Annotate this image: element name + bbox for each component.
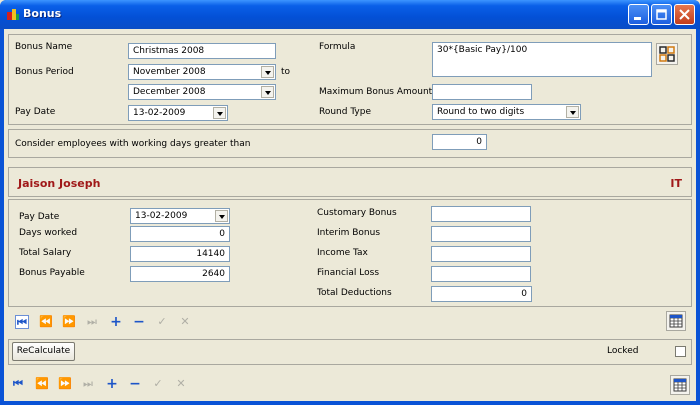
next-record-icon[interactable]: ⏩ [58, 377, 72, 391]
total-deductions-label: Total Deductions [317, 288, 392, 298]
bonus-payable-input[interactable]: 2640 [130, 266, 230, 282]
minimize-icon [634, 17, 641, 20]
employee-name: Jaison Joseph [18, 177, 101, 190]
add-record-icon[interactable]: + [105, 377, 119, 391]
previous-record-icon[interactable]: ⏪ [35, 377, 49, 391]
bonus-grid-view-button[interactable] [670, 375, 690, 395]
pay-date-picker[interactable]: 13-02-2009 [128, 105, 228, 121]
close-icon [679, 9, 690, 20]
financial-loss-label: Financial Loss [317, 268, 380, 278]
action-bar [8, 339, 692, 365]
pay-date-value: 13-02-2009 [133, 108, 186, 118]
last-record-icon[interactable]: ⏭ [85, 315, 99, 329]
locked-label: Locked [607, 346, 639, 356]
maximize-icon [656, 9, 667, 20]
minimize-button[interactable] [628, 4, 649, 25]
period-from-value: November 2008 [133, 67, 206, 77]
grid-icon [669, 314, 683, 328]
period-to-value: December 2008 [133, 87, 206, 97]
period-from-select[interactable]: November 2008 [128, 64, 276, 80]
bonus-period-label: Bonus Period [15, 67, 74, 77]
chevron-down-icon[interactable] [566, 106, 579, 118]
emp-pay-date-value: 13-02-2009 [135, 211, 188, 221]
round-type-value: Round to two digits [437, 107, 525, 117]
financial-loss-input[interactable] [431, 266, 531, 282]
income-tax-input[interactable] [431, 246, 531, 262]
customary-bonus-label: Customary Bonus [317, 208, 397, 218]
last-record-icon[interactable]: ⏭ [81, 377, 95, 391]
add-record-icon[interactable]: + [109, 315, 123, 329]
maximize-button[interactable] [651, 4, 672, 25]
total-deductions-input[interactable]: 0 [431, 286, 532, 302]
formula-icon [659, 46, 675, 62]
interim-bonus-label: Interim Bonus [317, 228, 381, 238]
total-salary-input[interactable]: 14140 [130, 246, 230, 262]
emp-pay-date-label: Pay Date [19, 212, 60, 222]
cancel-record-icon[interactable]: ✕ [178, 315, 192, 329]
locked-checkbox[interactable] [675, 346, 686, 357]
chevron-down-icon[interactable] [213, 107, 226, 119]
save-record-icon[interactable]: ✓ [155, 315, 169, 329]
pay-date-label: Pay Date [15, 107, 56, 117]
employee-header [8, 167, 692, 197]
max-bonus-amount-input[interactable] [432, 84, 532, 100]
round-type-label: Round Type [319, 107, 372, 117]
employee-department: IT [670, 177, 682, 190]
formula-input[interactable]: 30*{Basic Pay}/100 [432, 42, 652, 77]
close-button[interactable] [674, 4, 695, 25]
bonus-name-label: Bonus Name [15, 42, 73, 52]
formula-editor-button[interactable] [656, 43, 678, 65]
period-to-select[interactable]: December 2008 [128, 84, 276, 100]
customary-bonus-input[interactable] [431, 206, 531, 222]
interim-bonus-input[interactable] [431, 226, 531, 242]
chevron-down-icon[interactable] [261, 66, 274, 78]
max-bonus-amount-label: Maximum Bonus Amount [319, 87, 433, 97]
days-worked-label: Days worked [19, 228, 78, 238]
round-type-select[interactable]: Round to two digits [432, 104, 581, 120]
first-record-icon[interactable]: ⏮ [11, 377, 25, 391]
next-record-icon[interactable]: ⏩ [62, 315, 76, 329]
bonus-payable-label: Bonus Payable [19, 268, 85, 278]
delete-record-icon[interactable]: − [132, 315, 146, 329]
grid-icon [673, 378, 687, 392]
employee-grid-view-button[interactable] [666, 311, 686, 331]
employee-navigator: ⏮ ⏪ ⏩ ⏭ + − ✓ ✕ [14, 313, 204, 333]
client-area: Bonus Name Christmas 2008 Bonus Period N… [4, 29, 696, 401]
working-days-input[interactable]: 0 [432, 134, 487, 150]
recalculate-button[interactable]: ReCalculate [12, 342, 75, 361]
previous-record-icon[interactable]: ⏪ [39, 315, 53, 329]
bonus-window: Bonus Bonus Name Christmas 2008 Bonus Pe… [0, 0, 700, 405]
app-icon [7, 9, 19, 20]
days-worked-input[interactable]: 0 [130, 226, 230, 242]
cancel-record-icon[interactable]: ✕ [174, 377, 188, 391]
bonus-name-input[interactable]: Christmas 2008 [128, 43, 276, 59]
emp-pay-date-picker[interactable]: 13-02-2009 [130, 208, 230, 224]
bonus-navigator: ⏮ ⏪ ⏩ ⏭ + − ✓ ✕ [10, 375, 200, 395]
income-tax-label: Income Tax [317, 248, 368, 258]
first-record-icon[interactable]: ⏮ [15, 315, 29, 329]
window-title: Bonus [23, 7, 62, 20]
period-to-label: to [281, 67, 291, 77]
total-salary-label: Total Salary [19, 248, 72, 258]
working-days-label: Consider employees with working days gre… [15, 139, 251, 149]
chevron-down-icon[interactable] [261, 86, 274, 98]
delete-record-icon[interactable]: − [128, 377, 142, 391]
save-record-icon[interactable]: ✓ [151, 377, 165, 391]
chevron-down-icon[interactable] [215, 210, 228, 222]
formula-label: Formula [319, 42, 356, 52]
title-bar[interactable]: Bonus [0, 0, 700, 29]
